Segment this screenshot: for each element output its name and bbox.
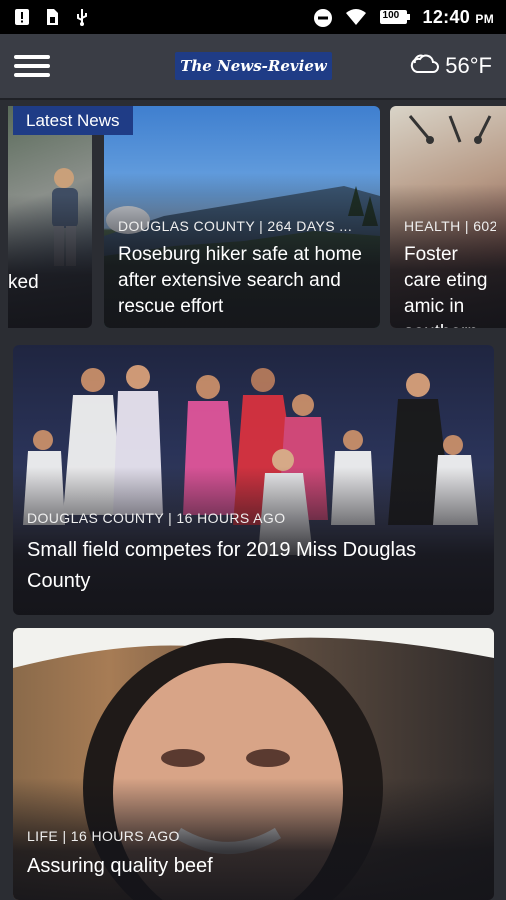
story-meta: DOUGLAS COUNTY | 264 DAYS ... (118, 218, 353, 234)
hamburger-menu-icon[interactable] (14, 51, 50, 81)
weather-widget[interactable]: 56°F (409, 52, 492, 80)
story-headline: ked (8, 272, 39, 293)
do-not-disturb-icon (313, 8, 333, 27)
story-headline: Assuring quality beef (27, 855, 213, 877)
story-card[interactable]: LIFE | 16 HOURS AGO Assuring quality bee… (13, 628, 494, 900)
battery-percent: 100 (382, 10, 400, 21)
newspaper-logo[interactable]: The News-Review (175, 52, 332, 80)
logo-text: The News-Review (180, 57, 327, 75)
story-meta: HEALTH | 602 (404, 218, 496, 234)
story-meta: DOUGLAS COUNTY | 16 HOURS AGO (27, 510, 286, 526)
featured-card-left[interactable]: ked (8, 106, 92, 328)
story-headline: Small field competes for 2019 Miss Dougl… (27, 539, 417, 592)
wifi-icon (345, 8, 367, 26)
story-headline: Foster care eting amic in southern (404, 244, 488, 328)
story-card[interactable]: DOUGLAS COUNTY | 16 HOURS AGO Small fiel… (13, 345, 494, 615)
latest-news-label: Latest News (26, 110, 120, 130)
app-header: The News-Review 56°F (0, 34, 506, 100)
battery-icon: 100 (379, 9, 411, 25)
status-bar: 100 12:40 PM (0, 0, 506, 34)
cloud-icon (409, 52, 440, 80)
story-meta: LIFE | 16 HOURS AGO (27, 828, 180, 844)
clock: 12:40 PM (423, 7, 494, 28)
latest-news-badge: Latest News (13, 106, 133, 135)
clock-time: 12:40 (422, 6, 471, 27)
featured-card-right[interactable]: HEALTH | 602 Foster care eting amic in s… (390, 106, 506, 328)
alert-icon (14, 8, 30, 26)
story-headline: Roseburg hiker safe at home after extens… (118, 244, 362, 317)
hanging-tools (408, 115, 492, 144)
weather-temperature: 56°F (445, 53, 492, 78)
clock-ampm: PM (475, 11, 494, 26)
usb-icon (74, 8, 90, 26)
sim-card-icon (44, 8, 60, 26)
featured-card-main[interactable]: DOUGLAS COUNTY | 264 DAYS ... Roseburg h… (104, 106, 380, 328)
